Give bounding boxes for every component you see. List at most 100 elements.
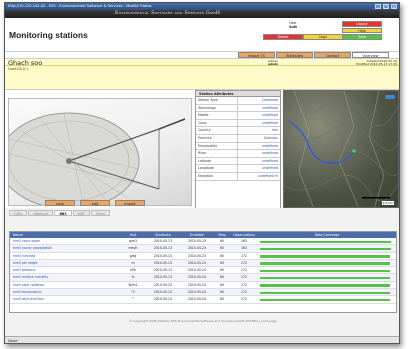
attribute-value[interactable]: undefined m xyxy=(238,173,280,180)
attribute-value[interactable]: undefined xyxy=(238,150,280,157)
table-row[interactable]: mm5 temperature °C 2010-05-13 2010-05-24 60 1… xyxy=(10,289,396,297)
series-name[interactable]: mm5 cloud water xyxy=(10,238,120,244)
series-unit: mm/h xyxy=(128,246,138,251)
station-marker-icon xyxy=(352,149,356,153)
map-layer-toggle[interactable] xyxy=(385,95,395,99)
window-controls: – □ × xyxy=(375,4,397,9)
station-description[interactable]: Code:GS-0-1 xyxy=(5,66,399,90)
copy-button[interactable]: copy xyxy=(303,34,343,40)
attribute-row[interactable]: Technology undefined xyxy=(196,104,280,113)
series-name[interactable]: mm5 pbl height xyxy=(10,260,120,266)
attribute-key: Technology xyxy=(196,104,238,112)
series-enddate: 2010-05-24 xyxy=(188,268,206,273)
maximize-icon[interactable]: □ xyxy=(383,4,389,9)
series-startdate: 2010-05-13 xyxy=(154,268,172,273)
tab-other[interactable]: Other xyxy=(90,210,110,216)
attribute-row[interactable]: Latitude undefined xyxy=(196,157,280,166)
series-step: 60 xyxy=(220,239,224,243)
logout-button[interactable]: Logout xyxy=(342,21,382,27)
delete-button[interactable]: Delete xyxy=(263,34,303,40)
attribute-value[interactable]: undefined xyxy=(238,120,280,127)
help-button[interactable]: Help xyxy=(342,27,382,33)
company-banner: Environmental Software and Services GmbH xyxy=(5,10,399,18)
close-icon[interactable]: × xyxy=(391,4,397,9)
minimize-icon[interactable]: – xyxy=(375,4,381,9)
series-name[interactable]: mm5 relative humidity xyxy=(10,274,120,280)
attribute-row[interactable]: Station Type Combined xyxy=(196,97,280,105)
series-name[interactable]: mm5 humidity xyxy=(10,253,120,259)
attribute-value[interactable]: undefined xyxy=(238,105,280,112)
series-name[interactable]: mm5 wind direction xyxy=(10,296,120,302)
series-observations: 172 xyxy=(241,290,247,295)
station-map[interactable]: 4.0 km xyxy=(283,90,399,208)
terrain-map-image xyxy=(284,91,398,207)
attribute-row[interactable]: Elevation undefined m xyxy=(196,172,280,181)
station-attributes-table: Station Attributes Station Type Combined … xyxy=(195,90,281,210)
table-row[interactable]: mm5 solar radiation W/m2 2010-05-13 2010-05… xyxy=(10,282,396,290)
attribute-key: Mobile xyxy=(196,112,238,119)
series-unit: g/kg xyxy=(129,253,137,258)
series-coverage xyxy=(258,289,396,295)
attribute-key: Station Type xyxy=(196,97,238,104)
attribute-value[interactable]: undefined xyxy=(238,158,280,165)
series-startdate: 2010-05-13 xyxy=(154,282,172,287)
attribute-key: Latitude xyxy=(196,157,238,165)
tab-observed[interactable]: Observed xyxy=(28,210,54,216)
table-row[interactable]: mm5 cloud water g/m3 2010-05-13 2010-05-23 6… xyxy=(10,238,396,246)
owner-name: admin xyxy=(267,61,279,66)
station-name[interactable]: Ghach soo xyxy=(8,59,42,67)
attribute-key: Country xyxy=(196,127,238,134)
attribute-value[interactable]: Golestan xyxy=(238,135,280,142)
tab-bbs[interactable]: BBS xyxy=(54,210,72,216)
series-name[interactable]: mm5 solar radiation xyxy=(10,282,120,288)
series-observations: 172 xyxy=(241,253,247,258)
edit-photo-button[interactable]: edit xyxy=(80,200,110,206)
photo-buttons: clear edit import xyxy=(45,200,145,206)
coverage-bar xyxy=(260,240,392,243)
tab-wrf[interactable]: WRF xyxy=(72,210,90,216)
attribute-row[interactable]: Class undefined xyxy=(196,119,280,128)
table-row[interactable]: mm5 wind direction ° 2010-05-13 2010-05-24 6… xyxy=(10,296,396,304)
series-unit: ° xyxy=(132,297,134,302)
attribute-value[interactable]: undefined xyxy=(238,165,280,172)
series-name[interactable]: mm5 hourly precipitation xyxy=(10,245,120,251)
attribute-value[interactable]: undefined xyxy=(238,143,280,150)
series-name[interactable]: mm5 temperature xyxy=(10,289,120,295)
series-coverage xyxy=(258,238,396,244)
clear-photo-button[interactable]: clear xyxy=(45,200,75,206)
series-startdate: 2010-05-13 xyxy=(154,297,172,302)
table-row[interactable]: mm5 hourly precipitation mm/h 2010-05-13 20… xyxy=(10,245,396,253)
attribute-key: Municipality xyxy=(196,142,238,150)
series-coverage xyxy=(258,274,396,280)
attribute-row[interactable]: Municipality undefined xyxy=(196,142,280,151)
save-button[interactable]: Save xyxy=(342,34,382,40)
attribute-value[interactable]: Combined xyxy=(238,97,280,104)
series-observations: 172 xyxy=(241,260,247,265)
owner-info: Owner admin xyxy=(253,59,293,67)
river-path xyxy=(288,120,355,164)
attribute-row[interactable]: River undefined xyxy=(196,150,280,158)
browser-window: http://10.120.142.42 - ESS - Environment… xyxy=(4,2,400,344)
modified-date: Modified 2010-05-13 17:30 xyxy=(356,61,397,66)
series-step: 60 xyxy=(220,275,224,280)
station-header: Ghach soo Owner admin Created 2010-05-10… xyxy=(5,58,399,66)
user-info: User Sutt xyxy=(273,21,313,29)
coverage-bar xyxy=(260,262,390,265)
attribute-row[interactable]: Mobile undefined xyxy=(196,112,280,120)
import-photo-button[interactable]: import xyxy=(115,200,145,206)
attribute-key: River xyxy=(196,150,238,157)
attribute-row[interactable]: Longitude undefined xyxy=(196,165,280,173)
table-row[interactable]: mm5 pressure kPa 2010-05-13 2010-05-24 60 172 xyxy=(10,267,396,275)
map-scale: 4.0 km xyxy=(381,201,394,205)
attribute-row[interactable]: Country Iran xyxy=(196,127,280,135)
attribute-value[interactable]: undefined xyxy=(238,112,280,119)
attribute-value[interactable]: Iran xyxy=(238,127,280,134)
page-header: Monitoring stations User Sutt Logout Hel… xyxy=(5,18,399,52)
series-name[interactable]: mm5 pressure xyxy=(10,267,120,273)
series-step: 60 xyxy=(220,290,224,295)
table-row[interactable]: mm5 humidity g/kg 2010-05-13 2010-05-23 60 17… xyxy=(10,253,396,260)
attribute-row[interactable]: Province Golestan xyxy=(196,134,280,143)
tab-csrs[interactable]: CSRs xyxy=(9,210,28,216)
table-row[interactable]: mm5 pbl height m 2010-05-13 2010-05-23 60 172 xyxy=(10,259,396,268)
table-row[interactable]: mm5 relative humidity% 2010-05-13 2010-05-… xyxy=(10,274,396,282)
